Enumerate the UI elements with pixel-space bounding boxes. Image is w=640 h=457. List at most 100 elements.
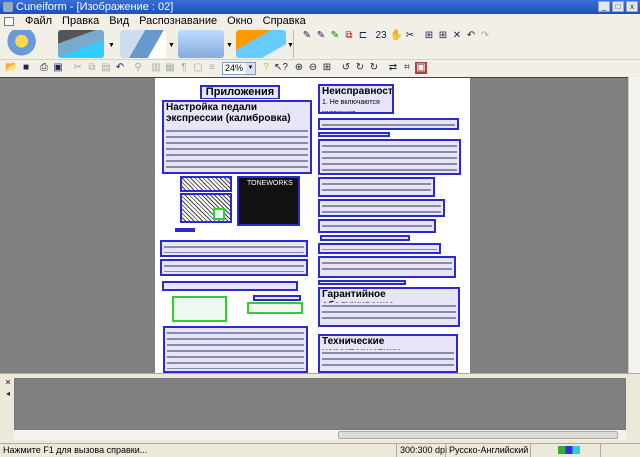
title-bar: Cuneiform - [Изображение : 02] _ □ x [0, 0, 640, 14]
add-block-icon[interactable]: ⧉ [343, 30, 355, 42]
zoom-select[interactable]: 24% ▼ [222, 62, 256, 75]
scrollbar-thumb[interactable] [338, 431, 618, 439]
rotate-180-icon[interactable]: ↻ [354, 62, 366, 74]
redo-icon[interactable]: ↷ [479, 30, 491, 42]
recognize-icon[interactable] [178, 30, 224, 58]
open-icon[interactable]: 📂 [5, 62, 17, 74]
picture-block[interactable] [247, 302, 303, 314]
text-block[interactable]: Настройка педали экспрессии (калибровка) [162, 100, 312, 174]
recognize-dropdown-icon[interactable]: ▼ [226, 42, 233, 49]
image-icon[interactable]: ▣ [415, 62, 427, 74]
text-block[interactable] [318, 219, 436, 233]
undo-icon[interactable]: ↶ [114, 62, 126, 74]
rotate-left-icon[interactable]: ↺ [340, 62, 352, 74]
status-indicators [530, 444, 600, 457]
text-block[interactable] [318, 118, 459, 130]
text-block[interactable]: Гарантийное обслуживание [318, 287, 460, 327]
zoom-in-icon[interactable]: ⊕ [293, 62, 305, 74]
standard-toolbar: 📂 ■ ⎙ ▣ ✂ ⧉ ▤ ↶ ⚲ ▥ ▦ ¶ ▢ ≡ 24% ▼ ? ↖? ⊕ … [0, 60, 640, 77]
menu-edit[interactable]: Правка [57, 15, 104, 27]
help-icon[interactable]: ? [260, 62, 272, 74]
close-button[interactable]: x [626, 1, 638, 12]
picture-block[interactable]: TONEWORKS [237, 176, 300, 226]
print-preview-icon[interactable]: ▣ [52, 62, 64, 74]
layout-dropdown-icon[interactable]: ▼ [168, 42, 175, 49]
scanned-page[interactable]: Приложения Настройка педали экспрессии (… [155, 78, 470, 373]
rotate-right-icon[interactable]: ↻ [368, 62, 380, 74]
chevron-down-icon[interactable]: ▼ [246, 63, 255, 74]
pin-icon[interactable]: ◂ [2, 388, 14, 400]
text-block[interactable] [160, 240, 308, 257]
crop-icon[interactable]: ⌗ [401, 62, 413, 74]
status-bar: Нажмите F1 для вызова справки... 300:300… [0, 443, 640, 457]
columns-icon[interactable]: ▥ [150, 62, 162, 74]
text-block[interactable] [162, 281, 298, 291]
text-block[interactable] [320, 235, 410, 241]
picture-block[interactable] [172, 296, 227, 322]
output-view[interactable] [14, 378, 626, 430]
text-block[interactable]: Неисправности 1. Не включаются мигающие [318, 84, 394, 114]
document-icon[interactable] [4, 16, 14, 26]
picture-block[interactable] [180, 176, 232, 192]
scan-dropdown-icon[interactable]: ▼ [108, 42, 115, 49]
context-help-icon[interactable]: ↖? [274, 62, 288, 74]
add-column-icon[interactable]: ⊞ [437, 30, 449, 42]
save-output-icon[interactable] [236, 30, 286, 58]
wizard-icon[interactable] [4, 30, 48, 58]
frame-icon[interactable]: ▢ [192, 62, 204, 74]
text-block[interactable] [318, 256, 456, 278]
text-block[interactable] [318, 199, 445, 217]
delete-icon[interactable]: ✕ [451, 30, 463, 42]
find-icon[interactable]: ⚲ [132, 62, 144, 74]
picture-block-icon[interactable]: ✎ [329, 30, 341, 42]
zoom-out-icon[interactable]: ⊖ [307, 62, 319, 74]
scan-icon[interactable] [58, 30, 104, 58]
fit-page-icon[interactable]: ⊞ [321, 62, 333, 74]
table-block-icon[interactable]: ✎ [315, 30, 327, 42]
vertical-scrollbar[interactable] [628, 77, 640, 373]
menu-recognition[interactable]: Распознавание [134, 15, 222, 27]
menu-view[interactable]: Вид [104, 15, 134, 27]
block-heading: Неисправности [320, 86, 394, 97]
app-icon [3, 2, 13, 12]
order-icon[interactable]: 23 [375, 30, 387, 42]
table-icon[interactable]: ▦ [164, 62, 176, 74]
text-block[interactable] [163, 326, 308, 373]
paste-icon[interactable]: ▤ [100, 62, 112, 74]
format-icon[interactable]: ≡ [206, 62, 218, 74]
status-dpi: 300:300 dpi [396, 444, 447, 457]
cut-icon[interactable]: ✂ [404, 30, 416, 42]
text-block[interactable] [318, 243, 441, 254]
invert-icon[interactable]: ⇄ [387, 62, 399, 74]
text-block[interactable] [160, 259, 308, 276]
status-hint: Нажмите F1 для вызова справки... [3, 445, 148, 455]
window-title: Cuneiform - [Изображение : 02] [16, 1, 174, 13]
split-block-icon[interactable]: ⊏ [357, 30, 369, 42]
text-block[interactable] [318, 177, 435, 197]
cut-icon[interactable]: ✂ [72, 62, 84, 74]
pilcrow-icon[interactable]: ¶ [178, 62, 190, 74]
text-block-icon[interactable]: ✎ [301, 30, 313, 42]
minimize-button[interactable]: _ [598, 1, 610, 12]
menu-file[interactable]: Файл [20, 15, 57, 27]
picture-block[interactable] [213, 208, 225, 220]
text-block[interactable]: Приложения [200, 85, 280, 99]
text-block[interactable] [318, 280, 406, 285]
maximize-button[interactable]: □ [612, 1, 624, 12]
add-row-icon[interactable]: ⊞ [423, 30, 435, 42]
hand-icon[interactable]: ✋ [390, 30, 402, 42]
menu-bar: Файл Правка Вид Распознавание Окно Справ… [0, 14, 640, 28]
text-block[interactable]: Технические характеристики [318, 334, 458, 373]
text-block[interactable] [318, 139, 461, 175]
menu-window[interactable]: Окно [222, 15, 258, 27]
text-block[interactable] [175, 228, 195, 232]
text-block[interactable] [318, 132, 390, 137]
print-icon[interactable]: ⎙ [38, 62, 50, 74]
block-heading: 1. Не включаются мигающие [320, 97, 392, 112]
undo-icon[interactable]: ↶ [465, 30, 477, 42]
save-icon[interactable]: ■ [20, 62, 32, 74]
copy-icon[interactable]: ⧉ [86, 62, 98, 74]
text-block[interactable] [253, 295, 301, 301]
layout-icon[interactable] [120, 30, 166, 58]
menu-help[interactable]: Справка [258, 15, 311, 27]
